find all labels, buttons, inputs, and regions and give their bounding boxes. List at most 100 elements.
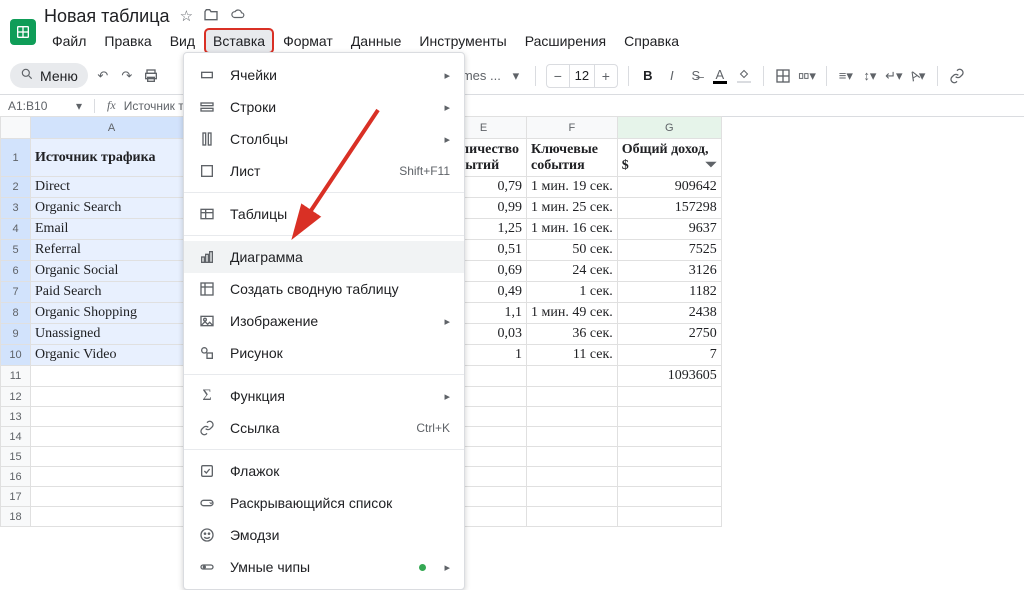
cloud-icon[interactable]: [229, 7, 247, 27]
document-title[interactable]: Новая таблица: [44, 6, 170, 27]
cell-A5[interactable]: Referral: [31, 240, 193, 261]
menu-search[interactable]: Меню: [10, 63, 88, 88]
wrap-icon[interactable]: ↵▾: [885, 67, 903, 85]
row-header-17[interactable]: 17: [1, 487, 31, 507]
insert-link-icon[interactable]: [948, 67, 966, 85]
insert-menu-rows[interactable]: Строки▸: [184, 91, 464, 123]
cell-F10[interactable]: 11 сек.: [527, 345, 618, 366]
cell-F1[interactable]: Ключевые события: [527, 139, 618, 177]
row-header-10[interactable]: 10: [1, 345, 31, 366]
valign-icon[interactable]: ↕▾: [861, 67, 879, 85]
cell-F3[interactable]: 1 мин. 25 сек.: [527, 198, 618, 219]
row-header-16[interactable]: 16: [1, 467, 31, 487]
font-size-control[interactable]: − 12 +: [546, 64, 618, 88]
cell-F4[interactable]: 1 мин. 16 сек.: [527, 219, 618, 240]
italic-icon[interactable]: I: [663, 67, 681, 85]
cell-A1[interactable]: Источник трафика: [31, 139, 193, 177]
insert-menu-chart[interactable]: Диаграмма: [184, 241, 464, 273]
cell-A7[interactable]: Paid Search: [31, 282, 193, 303]
font-size-decrease[interactable]: −: [547, 68, 569, 84]
fill-color-icon[interactable]: [735, 67, 753, 85]
insert-menu-link[interactable]: СсылкаCtrl+K: [184, 412, 464, 444]
star-icon[interactable]: ☆: [180, 7, 193, 27]
menu-вид[interactable]: Вид: [162, 29, 203, 53]
insert-menu-sheet[interactable]: ЛистShift+F11: [184, 155, 464, 187]
insert-menu-image[interactable]: Изображение▸: [184, 305, 464, 337]
cell-G2[interactable]: 909642: [617, 177, 721, 198]
row-header-14[interactable]: 14: [1, 427, 31, 447]
menu-данные[interactable]: Данные: [343, 29, 410, 53]
cell-F6[interactable]: 24 сек.: [527, 261, 618, 282]
col-header-G[interactable]: G: [617, 117, 721, 139]
menu-справка[interactable]: Справка: [616, 29, 687, 53]
cell-G6[interactable]: 3126: [617, 261, 721, 282]
row-header-15[interactable]: 15: [1, 447, 31, 467]
cell-G4[interactable]: 9637: [617, 219, 721, 240]
borders-icon[interactable]: [774, 67, 792, 85]
menu-правка[interactable]: Правка: [96, 29, 159, 53]
cell-A6[interactable]: Organic Social: [31, 261, 193, 282]
cell-A2[interactable]: Direct: [31, 177, 193, 198]
cell-F5[interactable]: 50 сек.: [527, 240, 618, 261]
cell-A3[interactable]: Organic Search: [31, 198, 193, 219]
merge-icon[interactable]: ▾: [798, 67, 816, 85]
insert-menu-dropdown[interactable]: Раскрывающийся список: [184, 487, 464, 519]
spreadsheet-grid[interactable]: ACDEFG1Источник трафикаствиемСреднее вре…: [0, 116, 1024, 538]
strikethrough-icon[interactable]: S̶: [687, 67, 705, 85]
row-header-9[interactable]: 9: [1, 324, 31, 345]
font-name-clipped[interactable]: mes ...: [462, 68, 501, 83]
font-size-value[interactable]: 12: [569, 65, 595, 87]
insert-menu-cols[interactable]: Столбцы▸: [184, 123, 464, 155]
cell-F2[interactable]: 1 мин. 19 сек.: [527, 177, 618, 198]
rotate-text-icon[interactable]: A▾: [909, 67, 927, 85]
row-header-3[interactable]: 3: [1, 198, 31, 219]
row-header-12[interactable]: 12: [1, 387, 31, 407]
row-header-6[interactable]: 6: [1, 261, 31, 282]
cell-A8[interactable]: Organic Shopping: [31, 303, 193, 324]
row-header-18[interactable]: 18: [1, 507, 31, 527]
cell-F8[interactable]: 1 мин. 49 сек.: [527, 303, 618, 324]
cell-F7[interactable]: 1 сек.: [527, 282, 618, 303]
menu-файл[interactable]: Файл: [44, 29, 94, 53]
menu-расширения[interactable]: Расширения: [517, 29, 614, 53]
cell-G7[interactable]: 1182: [617, 282, 721, 303]
cell-G8[interactable]: 2438: [617, 303, 721, 324]
cell-G5[interactable]: 7525: [617, 240, 721, 261]
cell-G11[interactable]: 1093605: [617, 366, 721, 387]
insert-menu-emoji[interactable]: Эмодзи: [184, 519, 464, 551]
cell-G1[interactable]: Общий доход, $ ⏷: [617, 139, 721, 177]
bold-icon[interactable]: B: [639, 67, 657, 85]
row-header-11[interactable]: 11: [1, 366, 31, 387]
print-icon[interactable]: [142, 67, 160, 85]
menu-вставка[interactable]: Вставка: [205, 29, 273, 53]
col-header-F[interactable]: F: [527, 117, 618, 139]
cell-G9[interactable]: 2750: [617, 324, 721, 345]
insert-menu-table[interactable]: Таблицы: [184, 198, 464, 230]
move-icon[interactable]: [203, 7, 219, 27]
row-header-5[interactable]: 5: [1, 240, 31, 261]
cell-G3[interactable]: 157298: [617, 198, 721, 219]
cell-F9[interactable]: 36 сек.: [527, 324, 618, 345]
insert-menu-pivot[interactable]: Создать сводную таблицу: [184, 273, 464, 305]
cell-A10[interactable]: Organic Video: [31, 345, 193, 366]
undo-icon[interactable]: ↶: [94, 67, 112, 85]
row-header-4[interactable]: 4: [1, 219, 31, 240]
cell-A4[interactable]: Email: [31, 219, 193, 240]
font-size-increase[interactable]: +: [595, 68, 617, 84]
insert-menu-checkbox[interactable]: Флажок: [184, 455, 464, 487]
text-color-icon[interactable]: A: [711, 67, 729, 85]
col-header-A[interactable]: A: [31, 117, 193, 139]
row-header-13[interactable]: 13: [1, 407, 31, 427]
insert-menu-function[interactable]: ΣФункция▸: [184, 380, 464, 412]
chevron-down-icon[interactable]: ▾: [507, 67, 525, 85]
menu-формат[interactable]: Формат: [275, 29, 341, 53]
menu-инструменты[interactable]: Инструменты: [411, 29, 514, 53]
insert-menu-drawing[interactable]: Рисунок: [184, 337, 464, 369]
row-header-1[interactable]: 1: [1, 139, 31, 177]
row-header-7[interactable]: 7: [1, 282, 31, 303]
insert-menu-cells[interactable]: Ячейки▸: [184, 59, 464, 91]
row-header-2[interactable]: 2: [1, 177, 31, 198]
chevron-down-icon[interactable]: ▾: [76, 99, 82, 113]
halign-icon[interactable]: ≡▾: [837, 67, 855, 85]
insert-menu-chips[interactable]: Умные чипы▸: [184, 551, 464, 583]
